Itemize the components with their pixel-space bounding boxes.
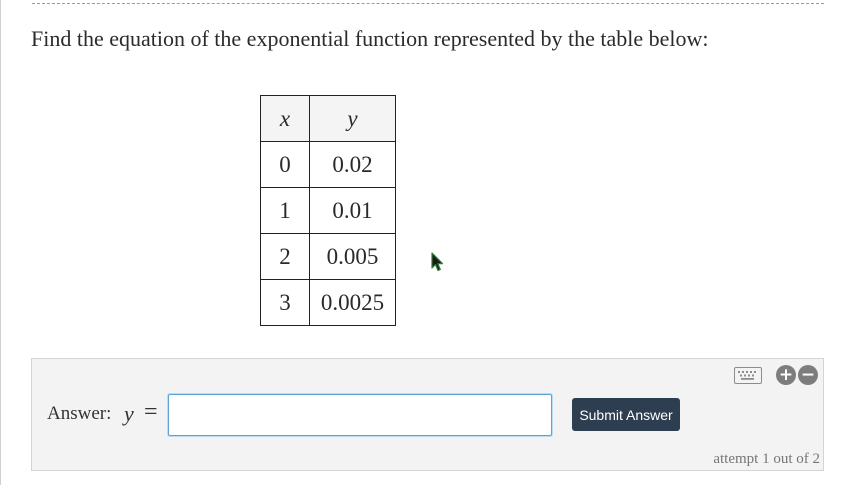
answer-panel: + − Answer: y = Submit Answer attempt 1 … xyxy=(31,358,824,471)
keyboard-keys-graphic xyxy=(738,371,756,380)
answer-equals-sign: = xyxy=(144,399,158,425)
page-left-border xyxy=(0,0,1,485)
cell-y: 0.005 xyxy=(309,233,396,280)
question-text: Find the equation of the exponential fun… xyxy=(31,26,709,51)
values-table: x y 0 0.02 1 0.01 2 0.005 3 0.0025 xyxy=(260,95,396,326)
answer-variable: y xyxy=(124,401,134,426)
cell-y: 0.01 xyxy=(309,187,396,234)
zoom-out-icon[interactable]: − xyxy=(798,365,818,385)
cell-y: 0.02 xyxy=(309,141,396,188)
cell-x: 3 xyxy=(260,279,310,326)
table-row: 1 0.01 xyxy=(260,187,396,234)
dashed-separator xyxy=(32,3,824,4)
cell-x: 1 xyxy=(260,187,310,234)
header-x: x xyxy=(260,95,310,142)
mouse-cursor-icon xyxy=(431,252,444,272)
zoom-in-icon[interactable]: + xyxy=(776,365,796,385)
table-row: 3 0.0025 xyxy=(260,279,396,326)
cell-x: 2 xyxy=(260,233,310,280)
cell-y: 0.0025 xyxy=(309,279,396,326)
submit-answer-button[interactable]: Submit Answer xyxy=(572,398,680,431)
table-header-row: x y xyxy=(260,95,396,142)
table-row: 2 0.005 xyxy=(260,233,396,280)
cell-x: 0 xyxy=(260,141,310,188)
answer-input[interactable] xyxy=(168,394,552,436)
answer-label: Answer: xyxy=(47,403,112,424)
table-row: 0 0.02 xyxy=(260,141,396,188)
header-y: y xyxy=(309,95,396,142)
keyboard-icon[interactable] xyxy=(734,367,762,384)
attempt-counter: attempt 1 out of 2 xyxy=(713,451,820,467)
